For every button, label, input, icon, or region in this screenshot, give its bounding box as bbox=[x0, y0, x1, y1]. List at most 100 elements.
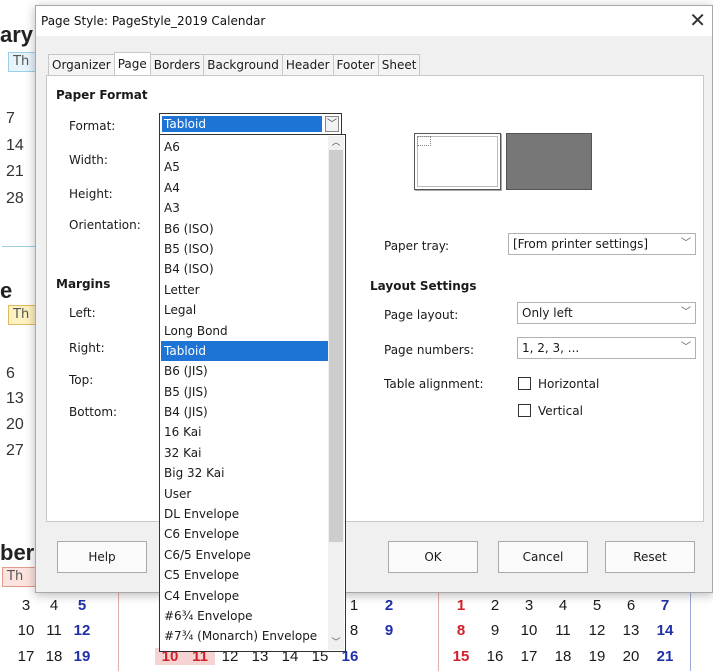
layout-settings-heading: Layout Settings bbox=[370, 279, 477, 293]
day-number: 28 bbox=[6, 190, 24, 207]
format-option[interactable]: Big 32 Kai bbox=[161, 463, 329, 483]
divider bbox=[2, 246, 35, 247]
format-option[interactable]: B6 (ISO) bbox=[161, 219, 329, 239]
page-tab-panel bbox=[46, 75, 704, 522]
format-option[interactable]: A3 bbox=[161, 198, 329, 218]
format-option[interactable]: DL Envelope bbox=[161, 504, 329, 524]
right-margin-label: Right: bbox=[69, 341, 105, 355]
scrollbar-thumb[interactable] bbox=[329, 150, 343, 542]
paper-tray-label: Paper tray: bbox=[384, 239, 450, 253]
dialog-titlebar[interactable]: Page Style: PageStyle_2019 Calendar ✕ bbox=[36, 6, 712, 36]
format-option[interactable]: Legal bbox=[161, 300, 329, 320]
tab-organizer[interactable]: Organizer bbox=[48, 54, 115, 75]
dropdown-scrollbar[interactable]: ︿ ﹀ bbox=[328, 136, 344, 650]
format-option[interactable]: A5 bbox=[161, 157, 329, 177]
tab-page[interactable]: Page bbox=[113, 52, 151, 75]
bottom-margin-label: Bottom: bbox=[69, 405, 118, 419]
divider bbox=[690, 588, 691, 671]
tab-header[interactable]: Header bbox=[281, 54, 334, 75]
chevron-down-icon[interactable]: ﹀ bbox=[325, 116, 339, 132]
month-fragment: e bbox=[0, 278, 13, 303]
cancel-button[interactable]: Cancel bbox=[498, 541, 588, 573]
format-option[interactable]: C6/5 Envelope bbox=[161, 545, 329, 565]
divider bbox=[118, 588, 119, 671]
paper-format-heading: Paper Format bbox=[56, 88, 148, 102]
tab-borders[interactable]: Borders bbox=[149, 54, 205, 75]
ok-button[interactable]: OK bbox=[388, 541, 478, 573]
day-number: 14 bbox=[6, 137, 24, 154]
scroll-up-icon[interactable]: ︿ bbox=[328, 136, 344, 150]
top-margin-label: Top: bbox=[69, 373, 94, 387]
format-option[interactable]: #6¾ Envelope bbox=[161, 606, 329, 626]
table-alignment-label: Table alignment: bbox=[384, 377, 484, 391]
reset-button[interactable]: Reset bbox=[605, 541, 695, 573]
page-numbers-value: 1, 2, 3, ... bbox=[522, 341, 580, 355]
page-numbers-label: Page numbers: bbox=[384, 343, 474, 357]
orientation-label: Orientation: bbox=[69, 218, 141, 232]
horizontal-label: Horizontal bbox=[538, 377, 600, 391]
scroll-down-icon[interactable]: ﹀ bbox=[328, 636, 344, 650]
format-option[interactable]: Letter bbox=[161, 280, 329, 300]
left-margin-label: Left: bbox=[69, 306, 96, 320]
day-number: 27 bbox=[6, 442, 24, 459]
calendar-row: 8 9 10 11 12 13 14 bbox=[456, 622, 674, 639]
calendar-row: 3 4 5 bbox=[21, 597, 87, 614]
weekday-header: Th bbox=[2, 567, 38, 587]
format-option[interactable]: User bbox=[161, 484, 329, 504]
day-number: 20 bbox=[6, 416, 24, 433]
page-layout-value: Only left bbox=[522, 306, 573, 320]
format-option[interactable]: A6 bbox=[161, 137, 329, 157]
calendar-row: 1 2 3 4 5 6 7 bbox=[456, 597, 670, 614]
format-option[interactable]: B5 (ISO) bbox=[161, 239, 329, 259]
format-option[interactable]: Tabloid bbox=[161, 340, 329, 362]
format-label: Format: bbox=[69, 119, 116, 133]
chevron-down-icon: ﹀ bbox=[681, 307, 691, 318]
divider bbox=[438, 588, 439, 671]
format-option[interactable]: B6 (JIS) bbox=[161, 361, 329, 381]
tab-sheet[interactable]: Sheet bbox=[377, 54, 421, 75]
format-option[interactable]: 32 Kai bbox=[161, 443, 329, 463]
format-option[interactable]: A4 bbox=[161, 178, 329, 198]
horizontal-checkbox[interactable] bbox=[518, 377, 531, 390]
paper-tray-value: [From printer settings] bbox=[513, 237, 649, 251]
page-layout-label: Page layout: bbox=[384, 308, 459, 322]
month-fragment: ary bbox=[0, 22, 34, 47]
margins-heading: Margins bbox=[56, 277, 111, 291]
calendar-row: 10 11 12 bbox=[17, 622, 91, 639]
paper-tray-select[interactable]: [From printer settings] ﹀ bbox=[508, 233, 696, 255]
format-select[interactable]: Tabloid ﹀ bbox=[159, 113, 342, 135]
tab-background[interactable]: Background bbox=[203, 54, 283, 75]
weekday-header: Th bbox=[8, 305, 38, 325]
format-option[interactable]: 16 Kai bbox=[161, 422, 329, 442]
calendar-row: 15 16 17 18 19 20 21 bbox=[452, 648, 674, 665]
format-dropdown-list[interactable]: A6 A5 A4 A3 B6 (ISO) B5 (ISO) B4 (ISO) Letter Le… bbox=[159, 134, 346, 652]
tab-footer[interactable]: Footer bbox=[332, 54, 379, 75]
format-option[interactable]: C4 Envelope bbox=[161, 586, 329, 606]
day-number: 13 bbox=[6, 390, 24, 407]
format-options: A6 A5 A4 A3 B6 (ISO) B5 (ISO) B4 (ISO) Letter Le… bbox=[161, 137, 329, 647]
page-layout-select[interactable]: Only left ﹀ bbox=[517, 302, 696, 324]
calendar-row: 1 2 bbox=[349, 597, 394, 614]
vertical-checkbox[interactable] bbox=[518, 404, 531, 417]
tab-bar: Organizer Page Borders Background Header… bbox=[48, 52, 421, 76]
format-option[interactable]: C5 Envelope bbox=[161, 565, 329, 585]
format-option[interactable]: B4 (JIS) bbox=[161, 402, 329, 422]
page-numbers-select[interactable]: 1, 2, 3, ... ﹀ bbox=[517, 337, 696, 359]
dialog-title: Page Style: PageStyle_2019 Calendar bbox=[41, 14, 266, 28]
page-preview-back bbox=[506, 133, 592, 190]
help-button[interactable]: Help bbox=[57, 541, 147, 573]
format-value: Tabloid bbox=[162, 116, 322, 132]
day-number: 6 bbox=[6, 365, 15, 382]
chevron-down-icon: ﹀ bbox=[681, 342, 691, 353]
width-label: Width: bbox=[69, 153, 108, 167]
close-icon[interactable]: ✕ bbox=[689, 9, 706, 31]
format-option[interactable]: B5 (JIS) bbox=[161, 382, 329, 402]
format-option[interactable]: Long Bond bbox=[161, 321, 329, 341]
page-preview bbox=[414, 133, 501, 190]
calendar-row: 17 18 19 bbox=[17, 648, 91, 665]
vertical-label: Vertical bbox=[538, 404, 583, 418]
day-number: 7 bbox=[6, 110, 15, 127]
format-option[interactable]: C6 Envelope bbox=[161, 524, 329, 544]
format-option[interactable]: B4 (ISO) bbox=[161, 259, 329, 279]
format-option[interactable]: #7¾ (Monarch) Envelope bbox=[161, 626, 329, 646]
